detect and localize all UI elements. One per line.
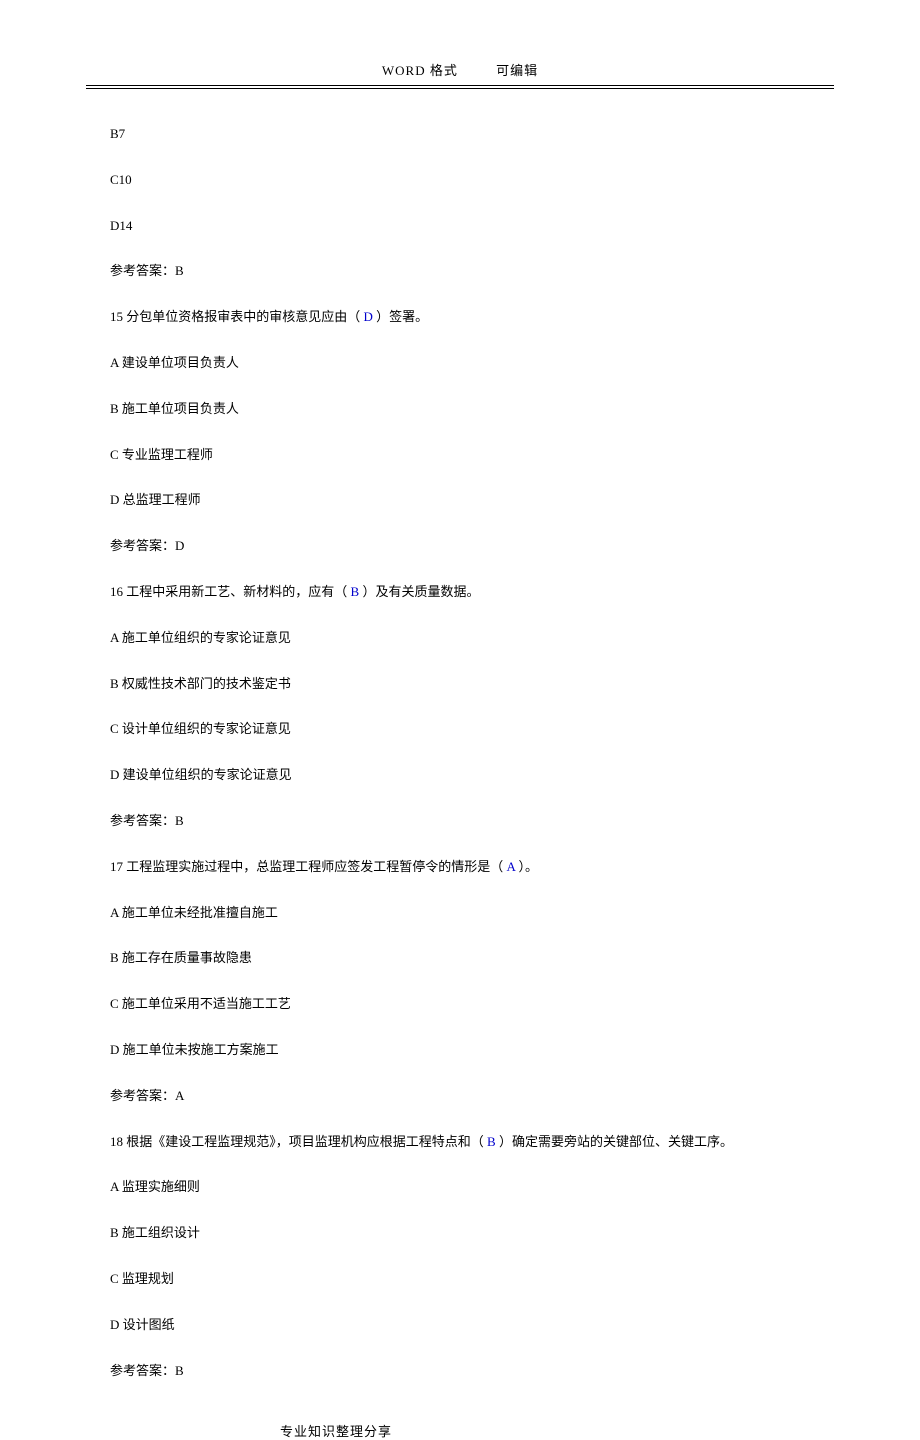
page-footer: 专业知识整理分享	[0, 1416, 920, 1440]
page-header: WORD 格式 可编辑	[0, 0, 920, 85]
q16-option-a: A 施工单位组织的专家论证意见	[110, 628, 810, 649]
header-right: 可编辑	[496, 63, 538, 78]
q17-option-a: A 施工单位未经批准擅自施工	[110, 903, 810, 924]
q18-text-after: ）确定需要旁站的关键部位、关键工序。	[496, 1134, 733, 1149]
q18-option-c: C 监理规划	[110, 1269, 810, 1290]
q15-text-after: ）签署。	[373, 309, 428, 324]
answer-17: 参考答案：A	[110, 1086, 810, 1107]
option-b7: B7	[110, 124, 810, 145]
option-c10: C10	[110, 170, 810, 191]
q18-text-before: 18 根据《建设工程监理规范》，项目监理机构应根据工程特点和（	[110, 1134, 487, 1149]
q16-text-after: ）及有关质量数据。	[359, 584, 479, 599]
q17-option-d: D 施工单位未按施工方案施工	[110, 1040, 810, 1061]
document-body: B7 C10 D14 参考答案：B 15 分包单位资格报审表中的审核意见应由（ …	[0, 89, 920, 1416]
q18-answer-letter: B	[487, 1134, 496, 1149]
q17-option-c: C 施工单位采用不适当施工工艺	[110, 994, 810, 1015]
q17-text-before: 17 工程监理实施过程中，总监理工程师应签发工程暂停令的情形是（	[110, 859, 507, 874]
q16-option-b: B 权威性技术部门的技术鉴定书	[110, 674, 810, 695]
answer-16: 参考答案：B	[110, 811, 810, 832]
q18-option-d: D 设计图纸	[110, 1315, 810, 1336]
question-18: 18 根据《建设工程监理规范》，项目监理机构应根据工程特点和（ B ）确定需要旁…	[110, 1132, 810, 1153]
option-d14: D14	[110, 216, 810, 237]
q17-option-b: B 施工存在质量事故隐患	[110, 948, 810, 969]
q16-option-c: C 设计单位组织的专家论证意见	[110, 719, 810, 740]
q16-text-before: 16 工程中采用新工艺、新材料的，应有（	[110, 584, 351, 599]
answer-14: 参考答案：B	[110, 261, 810, 282]
q16-answer-letter: B	[351, 584, 360, 599]
q16-option-d: D 建设单位组织的专家论证意见	[110, 765, 810, 786]
q15-option-d: D 总监理工程师	[110, 490, 810, 511]
q17-text-after: ）。	[515, 859, 538, 874]
q17-answer-letter: A	[507, 859, 516, 874]
q15-answer-letter: D	[364, 309, 373, 324]
question-16: 16 工程中采用新工艺、新材料的，应有（ B ）及有关质量数据。	[110, 582, 810, 603]
q15-option-c: C 专业监理工程师	[110, 445, 810, 466]
header-left: WORD 格式	[382, 63, 458, 78]
question-17: 17 工程监理实施过程中，总监理工程师应签发工程暂停令的情形是（ A ）。	[110, 857, 810, 878]
question-15: 15 分包单位资格报审表中的审核意见应由（ D ）签署。	[110, 307, 810, 328]
q18-option-a: A 监理实施细则	[110, 1177, 810, 1198]
q15-text-before: 15 分包单位资格报审表中的审核意见应由（	[110, 309, 364, 324]
answer-15: 参考答案：D	[110, 536, 810, 557]
q18-option-b: B 施工组织设计	[110, 1223, 810, 1244]
q15-option-a: A 建设单位项目负责人	[110, 353, 810, 374]
q15-option-b: B 施工单位项目负责人	[110, 399, 810, 420]
answer-18: 参考答案：B	[110, 1361, 810, 1382]
